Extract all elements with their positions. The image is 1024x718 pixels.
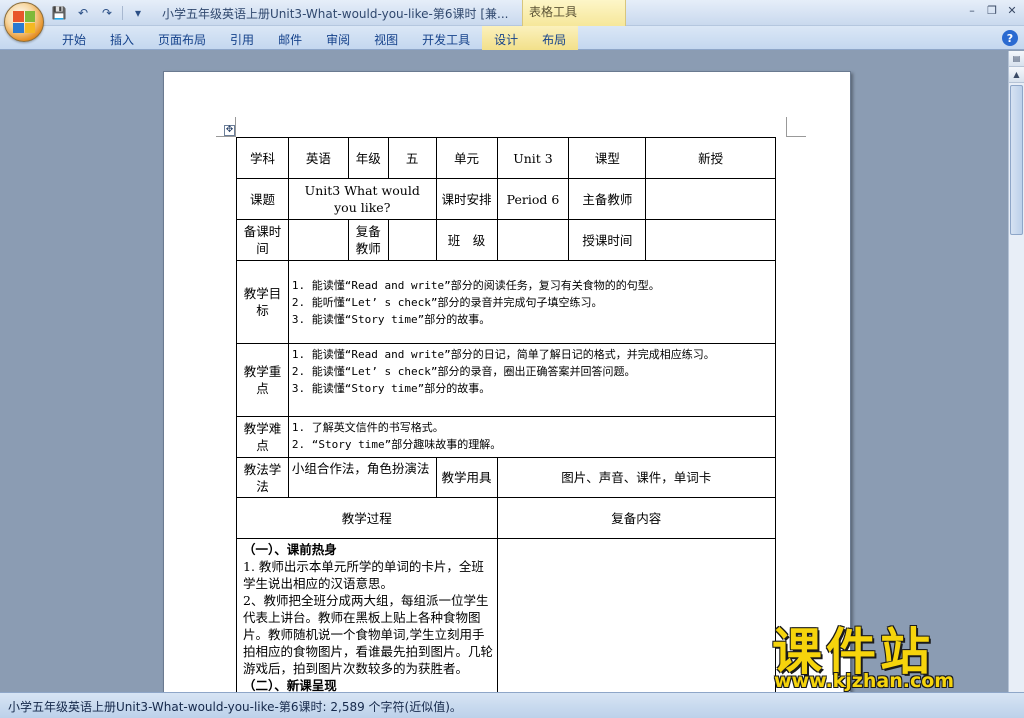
- document-workspace: ✥ 学科 英语 年级 五 单元 Unit 3 课型 新授 课题 Unit3 Wh…: [0, 51, 1008, 692]
- table-tools-label: 表格工具: [529, 5, 578, 19]
- review-teacher-label: 复备教师: [347, 219, 389, 261]
- quick-access-toolbar: 💾 ↶ ↷ ▾: [50, 4, 147, 22]
- goal-item: 3. 能读懂“Story time”部分的故事。: [291, 312, 491, 326]
- process-paragraph: 2、教师把全班分成两大组，每组派一位学生代表上讲台。教师在黑板上贴上各种食物图片…: [243, 593, 494, 676]
- tab-design[interactable]: 设计: [482, 26, 531, 50]
- process-content[interactable]: （一）、课前热身 1. 教师出示本单元所学的单词的卡片，全班学生说出相应的汉语意…: [236, 538, 498, 692]
- difficulty-item: 1. 了解英文信件的书写格式。: [291, 421, 444, 434]
- scroll-up-icon[interactable]: ▲: [1009, 67, 1024, 83]
- review-teacher-value[interactable]: [387, 219, 437, 261]
- difficulty-item: 2. “Story time”部分趣味故事的理解。: [291, 438, 502, 451]
- lead-teacher-label: 主备教师: [568, 178, 647, 220]
- review-header: 复备内容: [496, 497, 777, 539]
- customize-qat-icon[interactable]: ▾: [129, 4, 147, 22]
- tab-developer[interactable]: 开发工具: [410, 26, 482, 50]
- ruler-toggle-icon[interactable]: ▤: [1009, 51, 1024, 67]
- period-value[interactable]: Period 6: [496, 178, 570, 220]
- tab-layout[interactable]: 布局: [530, 26, 579, 50]
- goal-item: 2. 能听懂“Let’ s check”部分的录音并完成句子填空练习。: [291, 295, 603, 309]
- help-icon[interactable]: ?: [1002, 30, 1018, 46]
- section-heading: （一）、课前热身: [243, 542, 337, 557]
- redo-icon[interactable]: ↷: [98, 4, 116, 22]
- lesson-type-label: 课型: [568, 137, 647, 179]
- goals-label: 教学目标: [236, 260, 289, 344]
- window-controls: – ❐ ✕: [964, 2, 1020, 18]
- key-point-item: 3. 能读懂“Story time”部分的故事。: [291, 382, 491, 395]
- topic-value[interactable]: Unit3 What would you like?: [287, 178, 437, 220]
- key-point-item: 2. 能读懂“Let’ s check”部分的录音，圈出正确答案并回答问题。: [291, 365, 636, 378]
- teach-time-value[interactable]: [645, 219, 776, 261]
- title-bar: 💾 ↶ ↷ ▾ 小学五年级英语上册Unit3-What-would-you-li…: [0, 0, 1024, 26]
- ribbon-tabs: 开始 插入 页面布局 引用 邮件 审阅 视图 开发工具 设计 布局 ?: [0, 26, 1024, 50]
- grade-value[interactable]: 五: [387, 137, 437, 179]
- subject-value[interactable]: 英语: [287, 137, 349, 179]
- process-paragraph: 1. 教师出示本单元所学的单词的卡片，全班学生说出相应的汉语意思。: [243, 559, 484, 591]
- tab-mailings[interactable]: 邮件: [266, 26, 314, 50]
- topic-label: 课题: [236, 178, 289, 220]
- review-content[interactable]: [496, 538, 777, 692]
- prep-time-value[interactable]: [287, 219, 349, 261]
- difficulties-cell[interactable]: 1. 了解英文信件的书写格式。 2. “Story time”部分趣味故事的理解…: [287, 416, 777, 458]
- tools-value[interactable]: 图片、声音、课件，单词卡: [496, 457, 777, 498]
- goals-cell[interactable]: 1. 能读懂“Read and write”部分的阅读任务，复习有关食物的的句型…: [287, 260, 777, 344]
- tab-home[interactable]: 开始: [50, 26, 98, 50]
- teach-time-label: 授课时间: [568, 219, 647, 261]
- section-heading: （二）、新课呈现: [243, 678, 337, 692]
- tools-label: 教学用具: [435, 457, 498, 498]
- difficulties-label: 教学难点: [236, 416, 289, 458]
- method-value[interactable]: 小组合作法，角色扮演法: [287, 457, 437, 498]
- tab-insert[interactable]: 插入: [98, 26, 146, 50]
- status-bar: 小学五年级英语上册Unit3-What-would-you-like-第6课时:…: [0, 692, 1024, 718]
- unit-label: 单元: [435, 137, 498, 179]
- key-points-cell[interactable]: 1. 能读懂“Read and write”部分的日记，简单了解日记的格式，并完…: [287, 343, 777, 417]
- undo-icon[interactable]: ↶: [74, 4, 92, 22]
- office-button[interactable]: [4, 2, 44, 42]
- tab-review[interactable]: 审阅: [314, 26, 362, 50]
- minimize-icon[interactable]: –: [964, 2, 980, 18]
- watermark-logo: 课件站 www.kjzhan.com: [772, 612, 1002, 692]
- lesson-type-value[interactable]: 新授: [645, 137, 776, 179]
- scroll-thumb[interactable]: [1010, 85, 1023, 235]
- lead-teacher-value[interactable]: [645, 178, 776, 220]
- key-point-item: 1. 能读懂“Read and write”部分的日记，简单了解日记的格式，并完…: [291, 348, 715, 361]
- grade-label: 年级: [347, 137, 389, 179]
- unit-value[interactable]: Unit 3: [496, 137, 570, 179]
- tab-references[interactable]: 引用: [218, 26, 266, 50]
- watermark-url: www.kjzhan.com: [774, 670, 955, 692]
- window-title: 小学五年级英语上册Unit3-What-would-you-like-第6课时 …: [162, 7, 509, 21]
- office-logo-icon: [13, 11, 35, 33]
- lesson-plan-table[interactable]: 学科 英语 年级 五 单元 Unit 3 课型 新授 课题 Unit3 What…: [236, 137, 777, 692]
- process-header: 教学过程: [236, 497, 498, 539]
- table-tools-group: 表格工具: [522, 0, 626, 26]
- tab-view[interactable]: 视图: [362, 26, 410, 50]
- prep-time-label: 备课时间: [236, 219, 289, 261]
- close-icon[interactable]: ✕: [1004, 2, 1020, 18]
- status-text: 小学五年级英语上册Unit3-What-would-you-like-第6课时:…: [8, 700, 462, 714]
- goal-item: 1. 能读懂“Read and write”部分的阅读任务，复习有关食物的的句型…: [291, 278, 660, 292]
- class-value[interactable]: [496, 219, 570, 261]
- document-page[interactable]: ✥ 学科 英语 年级 五 单元 Unit 3 课型 新授 课题 Unit3 Wh…: [163, 71, 851, 692]
- subject-label: 学科: [236, 137, 289, 179]
- table-move-handle-icon[interactable]: ✥: [224, 125, 235, 136]
- tab-page-layout[interactable]: 页面布局: [146, 26, 218, 50]
- qat-separator: [122, 6, 123, 20]
- save-icon[interactable]: 💾: [50, 4, 68, 22]
- method-label: 教法学法: [236, 457, 289, 498]
- restore-icon[interactable]: ❐: [984, 2, 1000, 18]
- key-points-label: 教学重点: [236, 343, 289, 417]
- class-label: 班 级: [435, 219, 498, 261]
- period-label: 课时安排: [435, 178, 498, 220]
- crop-mark: [786, 117, 806, 137]
- vertical-scrollbar[interactable]: ▤ ▲: [1008, 51, 1024, 692]
